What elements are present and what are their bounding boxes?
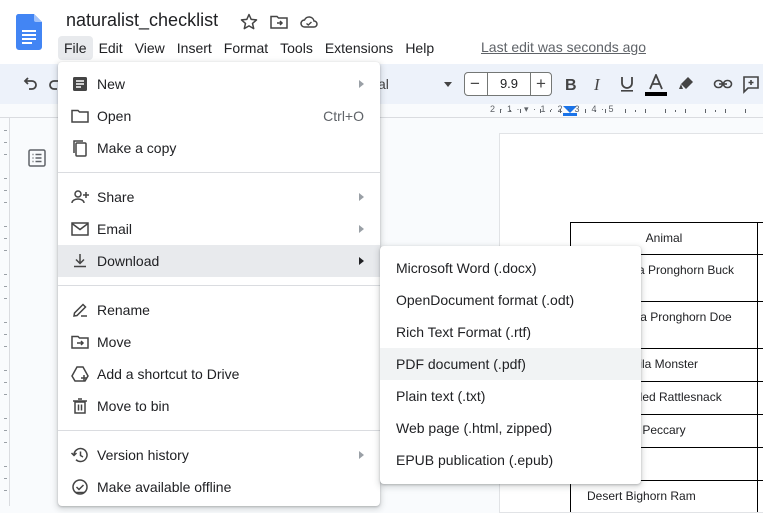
menu-format[interactable]: Format: [218, 36, 274, 60]
menu-bar: File Edit View Insert Format Tools Exten…: [58, 36, 440, 60]
highlight-color-icon[interactable]: [676, 74, 696, 94]
menu-divider: [58, 430, 380, 431]
offline-check-icon: [70, 477, 90, 497]
menu-help[interactable]: Help: [399, 36, 440, 60]
vertical-ruler[interactable]: [0, 118, 10, 506]
menu-divider: [58, 285, 380, 286]
text-color-icon[interactable]: [645, 74, 667, 96]
increase-font-size-button[interactable]: +: [531, 73, 551, 95]
person-add-icon: [70, 187, 90, 207]
file-menu-open[interactable]: Open Ctrl+O: [58, 100, 380, 132]
svg-text:I: I: [593, 75, 601, 94]
table-cell[interactable]: [758, 222, 763, 254]
menu-insert[interactable]: Insert: [171, 36, 218, 60]
undo-icon[interactable]: [20, 74, 40, 94]
submenu-arrow-icon: [359, 193, 364, 201]
file-menu-version-history[interactable]: Version history: [58, 439, 380, 471]
new-document-icon: [70, 74, 90, 94]
file-menu-offline-label: Make available offline: [97, 479, 232, 495]
star-icon[interactable]: [239, 12, 259, 32]
download-rtf[interactable]: Rich Text Format (.rtf): [380, 316, 641, 348]
font-size-input[interactable]: 9.9: [487, 73, 531, 95]
move-folder-icon: [70, 332, 90, 352]
title-bar: naturalist_checklist File Edit View Inse…: [0, 0, 763, 64]
table-cell[interactable]: [758, 348, 763, 381]
file-menu-download-label: Download: [97, 253, 160, 269]
download-odt[interactable]: OpenDocument format (.odt): [380, 284, 641, 316]
menu-tools[interactable]: Tools: [274, 36, 319, 60]
file-menu: New Open Ctrl+O Make a copy Share Email …: [58, 62, 380, 506]
menu-file[interactable]: File: [58, 36, 93, 60]
table-row[interactable]: Desert Bighorn Ram: [570, 480, 758, 512]
file-menu-email[interactable]: Email: [58, 213, 380, 245]
file-menu-move-label: Move: [97, 334, 132, 350]
menu-extensions[interactable]: Extensions: [319, 36, 399, 60]
copy-icon: [70, 138, 90, 158]
table-cell[interactable]: [758, 414, 763, 447]
file-menu-make-copy[interactable]: Make a copy: [58, 132, 380, 164]
table-cell[interactable]: [758, 447, 763, 480]
download-submenu: Microsoft Word (.docx) OpenDocument form…: [380, 246, 641, 484]
open-shortcut: Ctrl+O: [323, 108, 364, 124]
decrease-font-size-button[interactable]: −: [465, 73, 485, 95]
download-icon: [70, 251, 90, 271]
file-menu-move-to-bin[interactable]: Move to bin: [58, 390, 380, 422]
doc-title[interactable]: naturalist_checklist: [66, 10, 218, 31]
download-html[interactable]: Web page (.html, zipped): [380, 412, 641, 444]
file-menu-share-label: Share: [97, 189, 135, 205]
ruler-numbers: 2 · 1 · ▾ · 1 · 2 · 3 · 4 · 5: [490, 104, 615, 114]
italic-icon[interactable]: I: [589, 74, 609, 94]
redo-icon[interactable]: [46, 74, 58, 94]
cloud-status-icon[interactable]: [299, 12, 319, 32]
file-menu-new[interactable]: New: [58, 68, 380, 100]
svg-text:B: B: [565, 77, 577, 94]
add-comment-icon[interactable]: [741, 74, 761, 94]
download-pdf[interactable]: PDF document (.pdf): [380, 348, 641, 380]
mail-icon: [70, 219, 90, 239]
menu-divider: [58, 172, 380, 173]
drive-shortcut-icon: [70, 364, 90, 384]
last-edit-link[interactable]: Last edit was seconds ago: [481, 39, 646, 55]
history-icon: [70, 445, 90, 465]
submenu-arrow-icon: [359, 257, 364, 265]
file-menu-version-history-label: Version history: [97, 447, 189, 463]
file-menu-download[interactable]: Download: [58, 245, 380, 277]
file-menu-add-shortcut[interactable]: Add a shortcut to Drive: [58, 358, 380, 390]
download-epub[interactable]: EPUB publication (.epub): [380, 444, 641, 476]
rename-icon: [70, 300, 90, 320]
download-txt[interactable]: Plain text (.txt): [380, 380, 641, 412]
file-menu-new-label: New: [97, 76, 126, 92]
submenu-arrow-icon: [359, 225, 364, 233]
font-size-control: − 9.9 +: [464, 72, 552, 96]
menu-view[interactable]: View: [129, 36, 171, 60]
docs-logo-icon[interactable]: [16, 14, 42, 50]
folder-icon: [70, 106, 90, 126]
file-menu-email-label: Email: [97, 221, 133, 237]
file-menu-share[interactable]: Share: [58, 181, 380, 213]
download-docx[interactable]: Microsoft Word (.docx): [380, 252, 641, 284]
file-menu-open-label: Open: [97, 108, 132, 124]
table-cell[interactable]: [758, 301, 763, 348]
trash-icon: [70, 396, 90, 416]
file-menu-offline[interactable]: Make available offline: [58, 471, 380, 503]
bold-icon[interactable]: B: [561, 74, 581, 94]
insert-link-icon[interactable]: [713, 74, 733, 94]
document-outline-icon[interactable]: [27, 148, 47, 168]
submenu-arrow-icon: [359, 80, 364, 88]
file-menu-move[interactable]: Move: [58, 326, 380, 358]
move-folder-icon[interactable]: [269, 12, 289, 32]
file-menu-rename-label: Rename: [97, 302, 150, 318]
table-cell[interactable]: [758, 480, 763, 512]
file-menu-rename[interactable]: Rename: [58, 294, 380, 326]
table-cell[interactable]: [758, 381, 763, 414]
file-menu-make-copy-label: Make a copy: [97, 140, 177, 156]
underline-icon[interactable]: [617, 74, 637, 94]
file-menu-add-shortcut-label: Add a shortcut to Drive: [97, 366, 240, 382]
file-menu-move-to-bin-label: Move to bin: [97, 398, 170, 414]
table-cell[interactable]: [758, 254, 763, 301]
menu-edit[interactable]: Edit: [93, 36, 129, 60]
submenu-arrow-icon: [359, 451, 364, 459]
font-caret-icon: [444, 82, 452, 87]
